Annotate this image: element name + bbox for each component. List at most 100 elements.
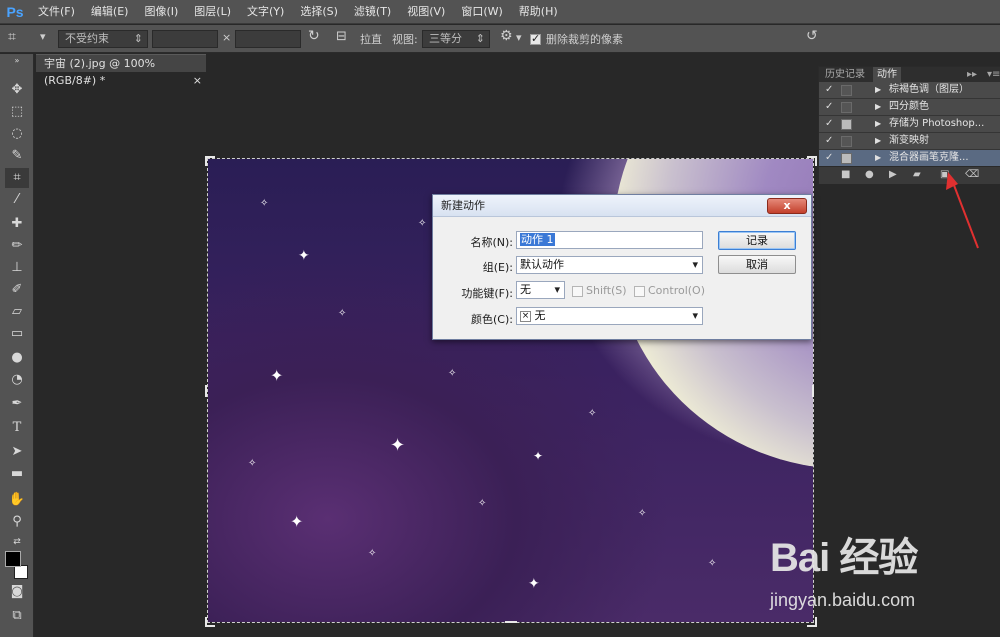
- action-enabled-check[interactable]: ✓: [825, 150, 833, 166]
- action-row[interactable]: ✓ ▶ 存储为 Photoshop...: [819, 116, 1000, 133]
- action-enabled-check[interactable]: ✓: [825, 82, 833, 98]
- action-row[interactable]: ✓ ▶ 四分颜色: [819, 99, 1000, 116]
- panel-menu-icon[interactable]: ▾≡: [983, 67, 1000, 82]
- crop-handle-top-right[interactable]: [807, 156, 817, 166]
- gear-icon[interactable]: ⚙: [500, 28, 513, 44]
- ratio-preset-select[interactable]: 不受约束 ⇕: [58, 30, 148, 48]
- dialog-close-button[interactable]: x: [767, 198, 807, 214]
- blur-tool-icon[interactable]: ●: [5, 348, 29, 368]
- record-icon[interactable]: ●: [865, 169, 874, 180]
- dodge-tool-icon[interactable]: ◔: [5, 370, 29, 390]
- gradient-tool-icon[interactable]: ▭: [5, 324, 29, 344]
- tab-history[interactable]: 历史记录: [821, 67, 869, 82]
- expand-triangle-icon[interactable]: ▶: [875, 150, 881, 166]
- marquee-tool-icon[interactable]: ⬚: [5, 102, 29, 122]
- expand-triangle-icon[interactable]: ▶: [875, 133, 881, 149]
- expand-triangle-icon[interactable]: ▶: [875, 116, 881, 132]
- background-color-swatch[interactable]: [14, 565, 28, 579]
- type-tool-icon[interactable]: T: [5, 418, 29, 438]
- delete-cropped-label[interactable]: 删除裁剪的像素: [546, 31, 623, 47]
- tab-actions[interactable]: 动作: [873, 67, 901, 82]
- set-select[interactable]: 默认动作: [516, 256, 703, 274]
- brush-tool-icon[interactable]: ✏: [5, 236, 29, 256]
- crop-handle-left[interactable]: [205, 385, 209, 397]
- quick-mask-icon[interactable]: ◙: [5, 582, 29, 602]
- function-key-select[interactable]: 无: [516, 281, 565, 299]
- swap-colors-icon[interactable]: ⇄: [5, 532, 29, 552]
- overlay-view-select[interactable]: 三等分 ⇕: [422, 30, 490, 48]
- action-name-input[interactable]: 动作 1: [516, 231, 703, 249]
- control-checkbox[interactable]: Control(O): [634, 284, 705, 297]
- clear-rotate-icon[interactable]: ↻: [308, 28, 320, 44]
- screen-mode-icon[interactable]: ⧉: [5, 606, 29, 626]
- action-enabled-check[interactable]: ✓: [825, 99, 833, 115]
- expand-triangle-icon[interactable]: ▶: [875, 99, 881, 115]
- menu-window[interactable]: 窗口(W): [453, 0, 510, 24]
- new-set-folder-icon[interactable]: ▰: [913, 169, 921, 180]
- crop-tool-icon[interactable]: ⌗: [8, 29, 16, 45]
- reset-icon[interactable]: ↺: [806, 28, 818, 44]
- foreground-color-swatch[interactable]: [5, 551, 21, 567]
- zoom-tool-icon[interactable]: ⚲: [5, 512, 29, 532]
- quick-select-tool-icon[interactable]: ✎: [5, 146, 29, 166]
- menu-select[interactable]: 选择(S): [292, 0, 346, 24]
- rectangle-tool-icon[interactable]: ▬: [5, 464, 29, 484]
- photoshop-logo: Ps: [6, 3, 24, 20]
- swap-dimensions-icon[interactable]: ×: [222, 31, 231, 44]
- history-brush-tool-icon[interactable]: ✐: [5, 280, 29, 300]
- crop-handle-top-left[interactable]: [205, 156, 215, 166]
- eraser-tool-icon[interactable]: ▱: [5, 302, 29, 322]
- color-select[interactable]: × 无: [516, 307, 703, 325]
- action-dialog-toggle[interactable]: [841, 102, 852, 113]
- menu-type[interactable]: 文字(Y): [239, 0, 292, 24]
- eyedropper-tool-icon[interactable]: ⁄: [5, 190, 29, 210]
- move-tool-icon[interactable]: ✥: [5, 80, 29, 100]
- play-icon[interactable]: ▶: [889, 169, 897, 180]
- tool-preset-dropdown-icon[interactable]: ▾: [40, 30, 46, 43]
- crop-handle-bottom[interactable]: [505, 619, 517, 623]
- menu-layer[interactable]: 图层(L): [186, 0, 239, 24]
- close-document-icon[interactable]: ×: [193, 72, 202, 89]
- panel-collapse-icon[interactable]: ▸▸: [963, 67, 981, 82]
- crop-width-input[interactable]: [152, 30, 218, 48]
- actions-panel: 历史记录 动作 ▸▸ ▾≡ ✓ ▶ 棕褐色调（图层） ✓ ▶ 四分颜色 ✓ ▶ …: [818, 66, 1000, 184]
- gear-dropdown-icon[interactable]: ▾: [516, 31, 522, 44]
- crop-handle-bottom-left[interactable]: [205, 617, 215, 627]
- action-dialog-toggle[interactable]: [841, 119, 852, 130]
- crop-handle-bottom-right[interactable]: [807, 617, 817, 627]
- crop-tool-icon[interactable]: ⌗: [5, 168, 29, 188]
- action-enabled-check[interactable]: ✓: [825, 116, 833, 132]
- clone-stamp-tool-icon[interactable]: ⊥: [5, 258, 29, 278]
- action-dialog-toggle[interactable]: [841, 85, 852, 96]
- menu-file[interactable]: 文件(F): [30, 0, 83, 24]
- document-tab[interactable]: 宇宙 (2).jpg @ 100%(RGB/8#) * ×: [36, 54, 206, 87]
- action-enabled-check[interactable]: ✓: [825, 133, 833, 149]
- cancel-button[interactable]: 取消: [718, 255, 796, 274]
- menu-view[interactable]: 视图(V): [399, 0, 453, 24]
- menu-filter[interactable]: 滤镜(T): [346, 0, 399, 24]
- action-row[interactable]: ✓ ▶ 渐变映射: [819, 133, 1000, 150]
- menu-image[interactable]: 图像(I): [136, 0, 186, 24]
- hand-tool-icon[interactable]: ✋: [5, 490, 29, 510]
- path-select-tool-icon[interactable]: ➤: [5, 442, 29, 462]
- record-button[interactable]: 记录: [718, 231, 796, 250]
- delete-cropped-checkbox[interactable]: [530, 32, 541, 45]
- straighten-label[interactable]: 拉直: [360, 31, 382, 47]
- menu-help[interactable]: 帮助(H): [511, 0, 566, 24]
- straighten-icon[interactable]: ⊟: [336, 29, 347, 44]
- toolbar-collapse-icon[interactable]: »: [5, 56, 29, 66]
- shift-checkbox[interactable]: Shift(S): [572, 284, 627, 297]
- action-dialog-toggle[interactable]: [841, 136, 852, 147]
- action-dialog-toggle[interactable]: [841, 153, 852, 164]
- pen-tool-icon[interactable]: ✒: [5, 394, 29, 414]
- checkbox-icon: [572, 285, 583, 297]
- action-row[interactable]: ✓ ▶ 棕褐色调（图层）: [819, 82, 1000, 99]
- crop-height-input[interactable]: [235, 30, 301, 48]
- expand-triangle-icon[interactable]: ▶: [875, 82, 881, 98]
- action-row-selected[interactable]: ✓ ▶ 混合器画笔克隆...: [819, 150, 1000, 167]
- healing-brush-tool-icon[interactable]: ✚: [5, 214, 29, 234]
- menu-edit[interactable]: 编辑(E): [83, 0, 137, 24]
- lasso-tool-icon[interactable]: ◌: [5, 124, 29, 144]
- crop-handle-right[interactable]: [810, 385, 814, 397]
- stop-icon[interactable]: ■: [841, 169, 850, 180]
